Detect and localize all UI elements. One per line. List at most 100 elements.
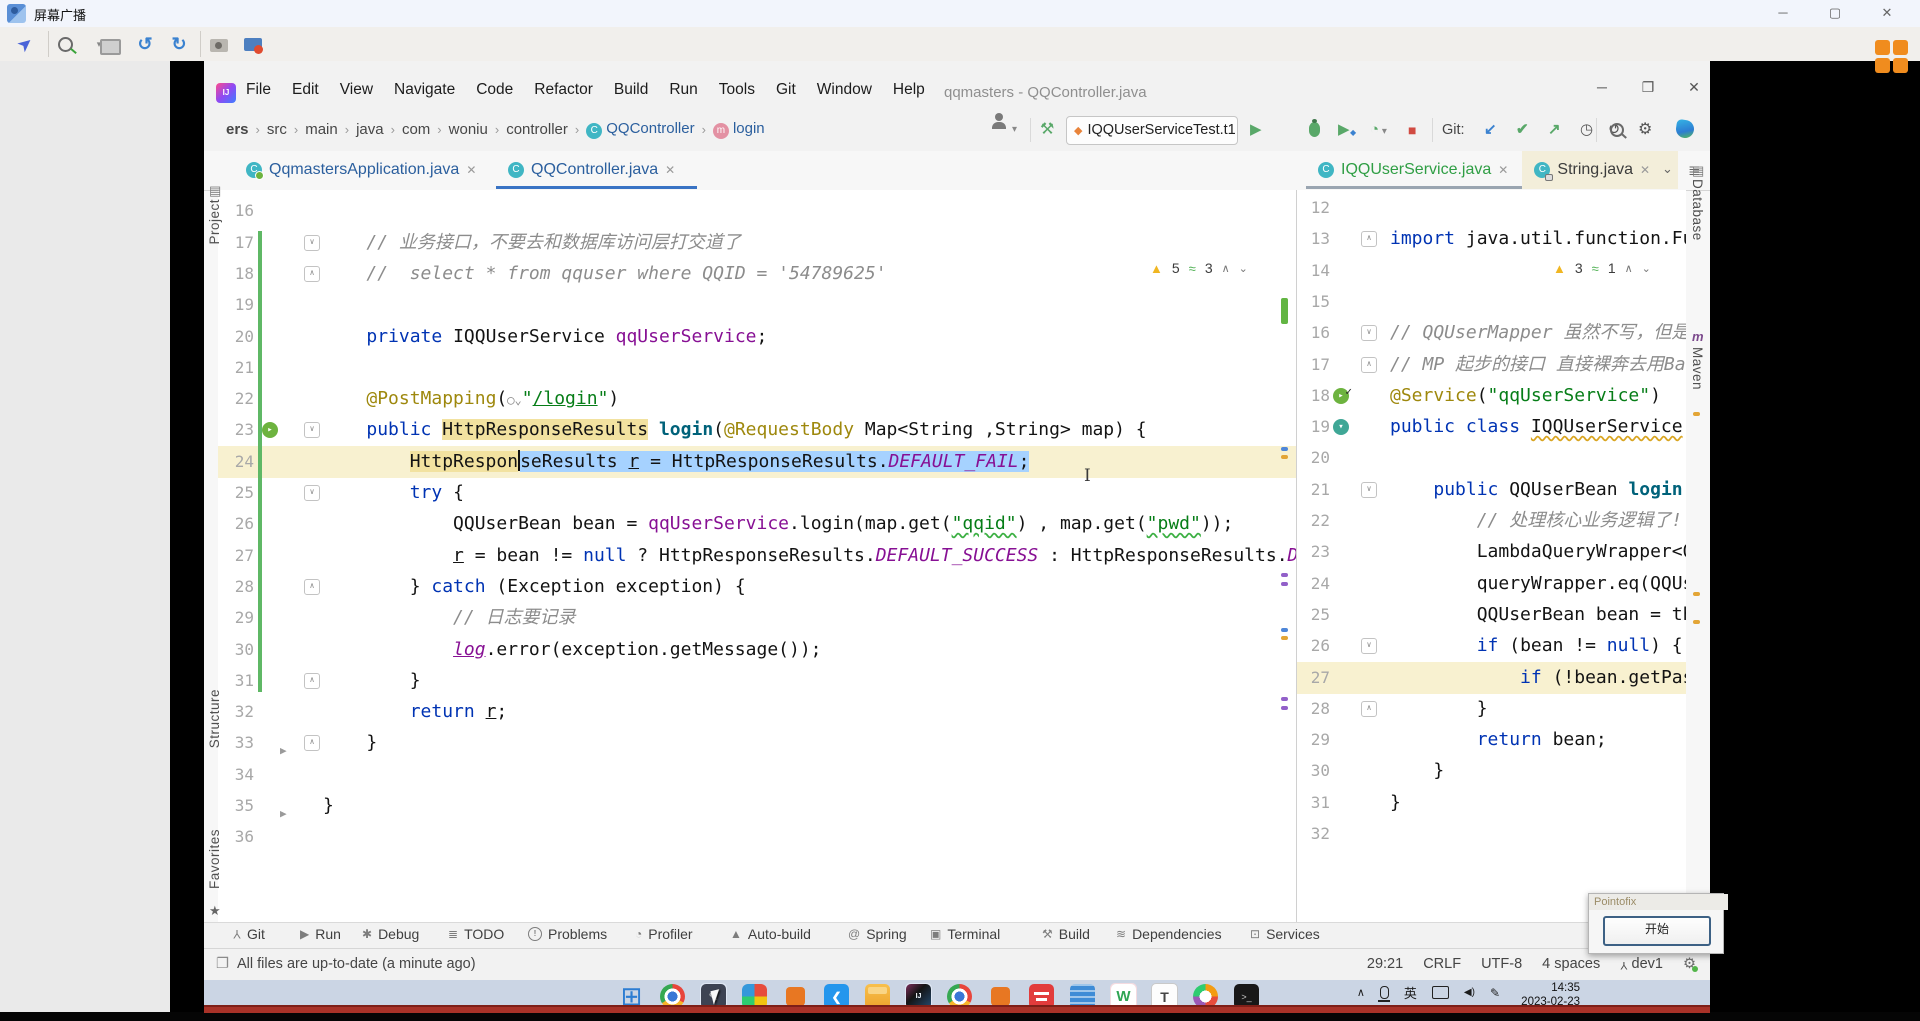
sidebar-stripe-project[interactable]: Project bbox=[207, 199, 222, 245]
next-icon[interactable]: ⌄ bbox=[1642, 262, 1651, 275]
chevron-down-icon[interactable]: ⌄ bbox=[1662, 161, 1673, 177]
menu-edit[interactable]: Edit bbox=[292, 81, 319, 99]
fold-icon[interactable]: ∧ bbox=[304, 672, 320, 689]
fold-icon[interactable]: ∧ bbox=[1361, 356, 1377, 373]
display-cast-icon[interactable] bbox=[1431, 986, 1449, 999]
settings-gear-icon[interactable]: ⚙ bbox=[1638, 118, 1652, 142]
fold-icon[interactable]: ∨ bbox=[304, 234, 320, 251]
breadcrumb-item[interactable]: ers bbox=[226, 121, 249, 138]
code-line[interactable]: 31} bbox=[1297, 787, 1686, 819]
maven-icon[interactable]: m bbox=[1692, 329, 1704, 344]
code-line[interactable]: 33 ∧ ▶ } bbox=[218, 727, 1310, 759]
git-branch-widget[interactable]: Ydev1 bbox=[1620, 956, 1663, 972]
user-profile-icon[interactable] bbox=[992, 113, 1006, 129]
menu-file[interactable]: File bbox=[246, 81, 271, 99]
menu-window[interactable]: Window bbox=[817, 81, 872, 99]
coverage-run-icon[interactable]: ▶ ◆ bbox=[1338, 118, 1356, 142]
fold-icon[interactable]: ∧ bbox=[304, 578, 320, 595]
toolwindow-auto-build[interactable]: ▲ Auto-build bbox=[730, 926, 811, 942]
toolwindow-dependencies[interactable]: ≋ Dependencies bbox=[1116, 926, 1222, 942]
sidebar-stripe-favorites[interactable]: Favorites bbox=[207, 829, 222, 889]
code-line[interactable]: 30 } bbox=[1297, 755, 1686, 787]
toolwindow-git[interactable]: Y Git bbox=[233, 926, 265, 942]
code-line[interactable]: 34 bbox=[218, 759, 1310, 791]
toolwindow-todo[interactable]: ≣ TODO bbox=[448, 926, 504, 942]
code-line[interactable]: 27 r = bean != null ? HttpResponseResult… bbox=[218, 540, 1310, 572]
menu-code[interactable]: Code bbox=[476, 81, 513, 99]
fold-icon[interactable]: ∨ bbox=[1361, 481, 1377, 498]
toolwindow-services[interactable]: ⊡ Services bbox=[1250, 926, 1320, 942]
fold-icon[interactable]: ∨ bbox=[1361, 638, 1377, 655]
breadcrumb-item[interactable]: main bbox=[305, 121, 338, 138]
toolwindow-debug[interactable]: ✱ Debug bbox=[362, 926, 419, 942]
menu-navigate[interactable]: Navigate bbox=[394, 81, 455, 99]
tab-QqmastersApplication.java[interactable]: C QqmastersApplication.java ✕ bbox=[234, 151, 496, 189]
toolwindow-build[interactable]: ⚒ Build bbox=[1042, 926, 1090, 942]
pen-icon[interactable]: ✎ bbox=[1490, 986, 1500, 1000]
menu-run[interactable]: Run bbox=[669, 81, 697, 99]
impl-gutter-icon[interactable]: ▾ bbox=[1333, 419, 1349, 436]
fold-icon[interactable]: ∧ bbox=[304, 265, 320, 282]
ide-close-button[interactable]: ✕ bbox=[1674, 79, 1714, 96]
tab-String.java[interactable]: C String.java ✕ bbox=[1522, 151, 1678, 189]
menu-view[interactable]: View bbox=[340, 81, 373, 99]
status-item[interactable]: 29:21 bbox=[1367, 956, 1403, 972]
status-item[interactable]: CRLF bbox=[1423, 956, 1461, 972]
code-line[interactable]: 13 ∧ import java.util.function.Fu bbox=[1297, 223, 1686, 255]
tray-chevron-icon[interactable]: ∧ bbox=[1357, 986, 1365, 999]
code-line[interactable]: 20 bbox=[1297, 442, 1686, 474]
mapping-gutter-icon[interactable]: ▸ bbox=[262, 422, 278, 439]
run-button[interactable]: ▶ bbox=[1250, 118, 1262, 142]
toolwindow-spring[interactable]: @ Spring bbox=[848, 926, 907, 942]
fold-icon[interactable]: ∨ bbox=[1361, 325, 1377, 342]
database-icon[interactable]: ▤ bbox=[1692, 163, 1704, 179]
code-line[interactable]: 16 bbox=[218, 195, 1310, 227]
plugin-logo-icon[interactable] bbox=[1674, 118, 1696, 140]
redo-icon[interactable]: ↻ bbox=[166, 31, 192, 57]
tab-QQController.java[interactable]: C QQController.java ✕ bbox=[496, 151, 697, 189]
speaker-icon[interactable]: ◀) bbox=[1464, 987, 1475, 998]
code-line[interactable]: 31 ∧ } bbox=[218, 665, 1310, 697]
editor-right[interactable]: 12 13 ∧ import java.util.function.Fu 14 15 16 ∨… bbox=[1297, 190, 1686, 922]
fold-icon[interactable]: ∨ bbox=[304, 485, 320, 501]
screen-share-icon[interactable] bbox=[244, 31, 270, 57]
sidebar-stripe-maven[interactable]: Maven bbox=[1690, 347, 1705, 390]
ide-maximize-button[interactable]: ❐ bbox=[1628, 79, 1668, 96]
code-line[interactable]: 18 ▸ ✓ @Service("qqUserService") bbox=[1297, 380, 1686, 412]
prev-icon[interactable]: ∧ bbox=[1222, 262, 1230, 275]
code-line[interactable]: 30 log.error(exception.getMessage()); bbox=[218, 634, 1310, 666]
code-line[interactable]: 20 private IQQUserService qqUserService; bbox=[218, 321, 1310, 353]
undo-icon[interactable]: ↺ bbox=[132, 31, 158, 57]
fold-icon[interactable]: ∧ bbox=[1361, 700, 1377, 717]
code-line[interactable]: 25 ∨ try { bbox=[218, 477, 1310, 509]
code-line[interactable]: 16 ∨ // QQUserMapper 虽然不写，但是 bbox=[1297, 317, 1686, 349]
close-icon[interactable]: ✕ bbox=[665, 163, 675, 177]
zoom-icon[interactable] bbox=[58, 31, 84, 57]
ide-minimize-button[interactable]: ─ bbox=[1582, 79, 1622, 95]
editor-left[interactable]: public class QQController {1617∨ // 业务接口… bbox=[218, 190, 1310, 922]
profiler-icon[interactable]: ◔ ▾ bbox=[1370, 118, 1387, 142]
menu-git[interactable]: Git bbox=[776, 81, 796, 99]
breadcrumb-item[interactable]: C QQController bbox=[586, 120, 695, 139]
code-line[interactable]: 23 ▸ ∨ public HttpResponseResults login(@R… bbox=[218, 414, 1310, 446]
breadcrumb-item[interactable]: src bbox=[267, 121, 287, 138]
menu-build[interactable]: Build bbox=[614, 81, 648, 99]
status-item[interactable]: UTF-8 bbox=[1481, 956, 1522, 972]
stop-button[interactable]: ■ bbox=[1408, 118, 1416, 142]
menu-help[interactable]: Help bbox=[893, 81, 925, 99]
code-line[interactable]: 21 bbox=[218, 352, 1310, 384]
microphone-icon[interactable] bbox=[1377, 986, 1390, 1002]
fold-icon[interactable]: ∨ bbox=[304, 422, 320, 439]
camera-icon[interactable] bbox=[210, 31, 236, 57]
pin-icon[interactable]: ➤ bbox=[7, 26, 44, 63]
monitor-icon[interactable] bbox=[100, 31, 126, 57]
code-line[interactable]: 19 ▾ public class IQQUserService bbox=[1297, 411, 1686, 443]
code-line[interactable]: 26 QQUserBean bean = qqUserService.login… bbox=[218, 508, 1310, 540]
code-line[interactable]: 12 bbox=[1297, 192, 1686, 224]
git-commit-icon[interactable]: ✔ bbox=[1516, 118, 1529, 142]
code-line[interactable]: 23 LambdaQueryWrapper<Q bbox=[1297, 536, 1686, 568]
code-line[interactable]: 29 return bean; bbox=[1297, 724, 1686, 756]
code-line[interactable]: 32 bbox=[1297, 818, 1686, 850]
toolwindow-profiler[interactable]: ◔ Profiler bbox=[635, 926, 693, 942]
fold-icon[interactable]: ∧ bbox=[304, 735, 320, 752]
